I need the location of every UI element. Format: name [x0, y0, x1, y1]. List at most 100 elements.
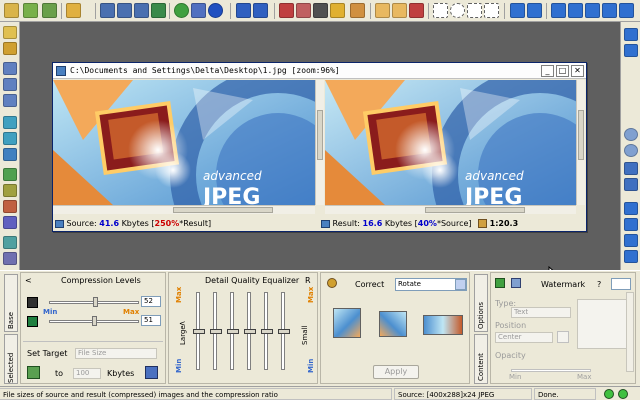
- navigator-icon[interactable]: [624, 202, 638, 215]
- filter-2-icon[interactable]: [3, 132, 17, 145]
- source-image-pane[interactable]: advanced JPEG: [53, 80, 315, 205]
- histogram-4-icon[interactable]: [3, 216, 17, 229]
- zoom-in-icon[interactable]: [624, 128, 638, 141]
- compression-value-2[interactable]: 51: [141, 315, 161, 326]
- source-horizontal-thumb[interactable]: [173, 207, 273, 213]
- view-bottom-icon[interactable]: [624, 44, 638, 57]
- eq-slider-4[interactable]: [244, 292, 256, 370]
- eq-slider-6[interactable]: [278, 292, 290, 370]
- eq-slider-2-thumb[interactable]: [210, 329, 222, 334]
- position-select[interactable]: Center: [495, 332, 553, 343]
- brush-icon[interactable]: [350, 3, 365, 18]
- rotate-left-option[interactable]: [333, 308, 361, 338]
- target-apply-icon[interactable]: [27, 366, 40, 379]
- result-horizontal-thumb[interactable]: [425, 207, 525, 213]
- histogram-5-icon[interactable]: [3, 236, 17, 249]
- eq-slider-2[interactable]: [210, 292, 222, 370]
- eq-slider-1-thumb[interactable]: [193, 329, 205, 334]
- filter-1-icon[interactable]: [3, 116, 17, 129]
- target-calculate-icon[interactable]: [145, 366, 158, 379]
- hand-icon[interactable]: [375, 3, 390, 18]
- zoom-actual-icon[interactable]: [624, 178, 638, 191]
- cascade-icon[interactable]: [624, 250, 638, 263]
- result-vertical-thumb[interactable]: [578, 110, 584, 160]
- rect-select-icon[interactable]: [433, 3, 448, 18]
- layout-2-icon[interactable]: [527, 3, 542, 18]
- apply-button[interactable]: Apply: [373, 365, 419, 379]
- type-select[interactable]: Text: [511, 307, 571, 318]
- tab-selected[interactable]: Selected: [4, 334, 18, 384]
- eq-slider-5-thumb[interactable]: [261, 329, 273, 334]
- target-mode-select[interactable]: File Size: [75, 348, 157, 359]
- ellipse-select-icon[interactable]: [450, 3, 465, 18]
- compare-view-icon[interactable]: [602, 3, 617, 18]
- help-icon[interactable]: [208, 3, 223, 18]
- tab-options[interactable]: Options: [474, 274, 488, 332]
- rotate-right-option[interactable]: [379, 311, 407, 337]
- fit-icon[interactable]: [3, 94, 17, 107]
- save-as-icon[interactable]: [117, 3, 132, 18]
- single-view-icon[interactable]: [585, 3, 600, 18]
- dropdown-arrow-icon[interactable]: [83, 3, 91, 18]
- select-all-icon[interactable]: [409, 3, 424, 18]
- eq-slider-6-thumb[interactable]: [278, 329, 290, 334]
- zoom-fit-icon[interactable]: [624, 162, 638, 175]
- split-vertical-icon[interactable]: [568, 3, 583, 18]
- opacity-slider-track[interactable]: [511, 369, 591, 372]
- compression-slider-2-thumb[interactable]: [92, 316, 98, 326]
- target-value-input[interactable]: 100: [73, 368, 101, 379]
- open-folder-icon[interactable]: [23, 3, 38, 18]
- view-top-icon[interactable]: [624, 28, 638, 41]
- maximize-button[interactable]: □: [556, 65, 569, 77]
- tab-base[interactable]: Base: [4, 274, 18, 332]
- result-vertical-scrollbar[interactable]: [576, 80, 585, 205]
- info-icon[interactable]: [191, 3, 206, 18]
- web-icon[interactable]: [174, 3, 189, 18]
- zoom-in-tool-icon[interactable]: [3, 62, 17, 75]
- histogram-6-icon[interactable]: [3, 252, 17, 265]
- source-vertical-scrollbar[interactable]: [315, 80, 324, 205]
- close-button[interactable]: ✕: [571, 65, 584, 77]
- compression-collapse-button[interactable]: <: [25, 276, 32, 285]
- grid-icon[interactable]: [624, 218, 638, 231]
- compression-value-1[interactable]: 52: [141, 296, 161, 307]
- save-all-icon[interactable]: [134, 3, 149, 18]
- result-image-pane[interactable]: advanced JPEG: [325, 80, 576, 205]
- source-horizontal-scrollbar[interactable]: [53, 205, 315, 214]
- resize-icon[interactable]: [296, 3, 311, 18]
- magic-select-icon[interactable]: [484, 3, 499, 18]
- equalizer-reset-button[interactable]: R: [305, 276, 311, 285]
- folder-icon[interactable]: [66, 3, 81, 18]
- key-icon[interactable]: [3, 42, 17, 55]
- rotate-left-icon[interactable]: [236, 3, 251, 18]
- flip-option[interactable]: [423, 315, 463, 335]
- zoom-out-tool-icon[interactable]: [3, 78, 17, 91]
- eq-slider-4-thumb[interactable]: [244, 329, 256, 334]
- pan-icon[interactable]: [3, 26, 17, 39]
- eye-icon[interactable]: [313, 3, 328, 18]
- export-icon[interactable]: [151, 3, 166, 18]
- position-move-icon[interactable]: [557, 331, 569, 343]
- save-icon[interactable]: [100, 3, 115, 18]
- crop-icon[interactable]: [279, 3, 294, 18]
- split-horizontal-icon[interactable]: [551, 3, 566, 18]
- full-view-icon[interactable]: [619, 3, 634, 18]
- pencil-icon[interactable]: [330, 3, 345, 18]
- hand-zoom-icon[interactable]: [392, 3, 407, 18]
- minimize-button[interactable]: _: [541, 65, 554, 77]
- filter-3-icon[interactable]: [3, 148, 17, 161]
- correct-mode-dropdown-icon[interactable]: [455, 279, 466, 290]
- lasso-select-icon[interactable]: [467, 3, 482, 18]
- tab-content[interactable]: Content: [474, 334, 488, 384]
- open-file-icon[interactable]: [4, 3, 19, 18]
- window-titlebar[interactable]: C:\Documents and Settings\Delta\Desktop\…: [53, 63, 586, 79]
- histogram-3-icon[interactable]: [3, 200, 17, 213]
- layout-1-icon[interactable]: [510, 3, 525, 18]
- batch-icon[interactable]: [42, 3, 57, 18]
- watermark-help-button[interactable]: ?: [597, 280, 601, 289]
- watermark-toggle[interactable]: [611, 278, 631, 290]
- tile-icon[interactable]: [624, 234, 638, 247]
- eq-slider-5[interactable]: [261, 292, 273, 370]
- result-horizontal-scrollbar[interactable]: [325, 205, 576, 214]
- eq-slider-3-thumb[interactable]: [227, 329, 239, 334]
